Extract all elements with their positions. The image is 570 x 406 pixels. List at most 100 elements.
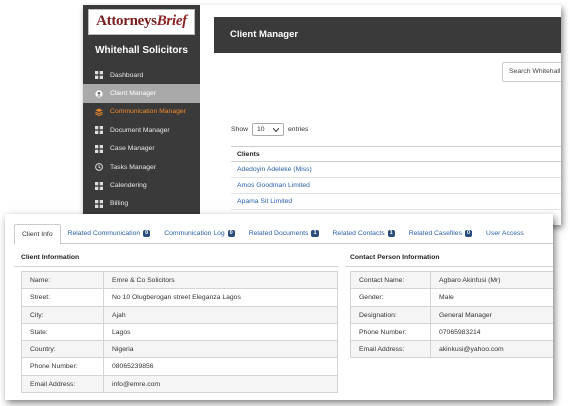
field-label: Name: <box>22 272 104 289</box>
clients-table: Clients Adedoyin Adeleke (Miss) Amos Good… <box>231 146 561 210</box>
clock-icon <box>95 163 103 172</box>
sidebar-item-document-manager[interactable]: Document Manager <box>83 121 200 139</box>
chevron-down-icon <box>273 127 280 132</box>
entries-value: 10 <box>257 126 265 133</box>
sidebar-item-tasks-manager[interactable]: Tasks Manager <box>83 158 200 176</box>
table-row: City: Ajah <box>22 306 337 324</box>
client-link[interactable]: Apama Sit Limited <box>231 194 561 210</box>
sidebar-nav: Dashboard Client Manager Communication Man… <box>83 66 200 213</box>
layers-icon <box>95 108 103 116</box>
show-entries: Show 10 entries <box>231 123 308 136</box>
tab-label: Related Contacts <box>332 230 385 237</box>
table-row: Name: Emre & Co Solicitors <box>22 272 337 290</box>
tab-label: Related Communication <box>67 230 141 237</box>
field-label: State: <box>22 323 104 341</box>
tab-related-communication[interactable]: Related Communication 0 <box>61 224 158 244</box>
grid-icon <box>95 144 103 153</box>
client-info-title: Client Information <box>21 254 80 261</box>
field-value: No 10 Olugberogan street Eleganza Lagos <box>112 294 241 302</box>
clients-column-header[interactable]: Clients <box>231 146 561 162</box>
grid-icon <box>95 126 103 135</box>
field-value: 07065983214 <box>439 328 481 336</box>
sidebar-item-label: Tasks Manager <box>110 163 157 171</box>
table-row: Email Address: info@emre.com <box>22 375 337 394</box>
page-title: Client Manager <box>230 29 299 40</box>
tab-bar: Client Info Related Communication 0 Communi… <box>14 224 553 245</box>
count-badge: 0 <box>143 230 151 237</box>
table-row: Gender: Male <box>351 289 553 307</box>
table-row: Country: Nigeria <box>22 341 337 359</box>
field-label: Phone Number: <box>351 323 431 341</box>
sidebar-item-label: Calendering <box>110 182 147 190</box>
client-detail-panel: Client Info Related Communication 0 Communi… <box>5 214 553 400</box>
contact-info-table: Contact Name: Agbaro Akinfusi (Mr) Gender:… <box>350 271 553 359</box>
field-value: Nigeria <box>112 346 134 354</box>
logo[interactable]: AttorneysBrief <box>88 9 195 35</box>
field-value: Male <box>439 294 454 302</box>
tab-label: Related Documents <box>248 230 309 237</box>
field-value: info@emre.com <box>112 380 161 388</box>
app-window: AttorneysBrief Whitehall Solicitors Dash… <box>83 5 561 225</box>
sidebar-item-label: Case Manager <box>110 145 155 153</box>
user-circle-icon <box>95 89 103 98</box>
field-label: Country: <box>22 341 104 358</box>
sidebar: AttorneysBrief Whitehall Solicitors Dash… <box>83 5 200 225</box>
sidebar-item-calendering[interactable]: Calendering <box>83 176 200 194</box>
divider <box>345 266 553 267</box>
main-header: Client Manager <box>214 17 561 53</box>
contact-info-title: Contact Person Information <box>350 254 440 261</box>
field-label: Designation: <box>351 306 431 323</box>
field-label: City: <box>22 306 104 323</box>
tab-related-casefiles[interactable]: Related Casefiles 0 <box>402 224 479 244</box>
tab-user-access[interactable]: User Access <box>479 224 531 244</box>
logo-text: AttorneysBrief <box>96 13 187 29</box>
sidebar-item-label: Client Manager <box>110 90 157 98</box>
entries-select[interactable]: 10 <box>252 123 285 136</box>
tab-communication-log[interactable]: Communication Log 0 <box>157 224 242 244</box>
tab-label: User Access <box>486 230 524 237</box>
tab-label: Communication Log <box>164 230 225 237</box>
client-link[interactable]: Amos Goodman Limited <box>231 178 561 194</box>
grid-icon <box>95 71 103 80</box>
table-row: Phone Number: 08065239856 <box>22 358 337 376</box>
sidebar-item-client-manager[interactable]: Client Manager <box>83 84 200 103</box>
sidebar-item-communication-manager[interactable]: Communication Manager <box>83 103 200 121</box>
grid-icon <box>95 199 103 208</box>
tab-label: Related Casefiles <box>408 230 462 237</box>
table-row: Phone Number: 07065983214 <box>351 323 553 342</box>
sidebar-item-label: Billing <box>110 200 129 208</box>
tab-label: Client Info <box>22 231 53 238</box>
entries-label: entries <box>288 126 309 133</box>
tab-client-info[interactable]: Client Info <box>14 224 61 245</box>
sidebar-item-case-manager[interactable]: Case Manager <box>83 140 200 158</box>
count-badge: 0 <box>464 230 473 237</box>
grid-icon <box>95 181 103 190</box>
field-label: Email Address: <box>22 375 104 393</box>
table-row: Contact Name: Agbaro Akinfusi (Mr) <box>351 272 553 290</box>
show-label: Show <box>231 126 249 133</box>
field-label: Gender: <box>351 289 431 306</box>
count-badge: 1 <box>387 230 395 237</box>
table-row: Designation: General Manager <box>351 306 553 324</box>
main-content: Client Manager Search Whitehall Show 10 … <box>200 5 561 225</box>
search-input[interactable]: Search Whitehall <box>502 62 561 82</box>
firm-name: Whitehall Solicitors <box>95 45 188 56</box>
tab-related-contacts[interactable]: Related Contacts 1 <box>326 224 402 244</box>
field-value: Lagos <box>112 328 131 336</box>
field-label: Street: <box>22 289 104 306</box>
sidebar-item-dashboard[interactable]: Dashboard <box>83 66 200 84</box>
field-value: akinkusi@yahoo.com <box>439 346 504 354</box>
field-label: Email Address: <box>351 341 431 358</box>
field-value: 08065239856 <box>112 363 154 371</box>
tab-related-documents[interactable]: Related Documents 1 <box>242 224 326 244</box>
sidebar-item-label: Dashboard <box>110 71 144 79</box>
table-row: Street: No 10 Olugberogan street Eleganza… <box>22 289 337 307</box>
sidebar-item-billing[interactable]: Billing <box>83 195 200 213</box>
divider <box>14 266 339 267</box>
client-link[interactable]: Adedoyin Adeleke (Miss) <box>231 162 561 178</box>
field-label: Phone Number: <box>22 358 104 375</box>
count-badge: 1 <box>311 230 319 237</box>
table-row: Email Address: akinkusi@yahoo.com <box>351 341 553 359</box>
field-value: Ajah <box>112 311 126 319</box>
sidebar-item-label: Communication Manager <box>110 108 186 116</box>
